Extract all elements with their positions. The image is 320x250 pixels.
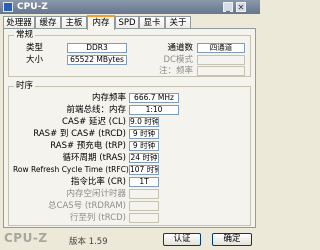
- timing-label: 行至列 (tRCD): [69, 213, 126, 223]
- timing-label: 内存空闲计时器: [66, 189, 126, 199]
- timing-value: 107 时钟: [129, 165, 159, 175]
- timing-value: 9 时钟: [129, 129, 159, 139]
- timing-value: 9 时钟: [129, 141, 159, 151]
- timing-label: CAS# 延迟 (CL): [62, 117, 126, 127]
- nb-frequency-label: 注：频率: [158, 66, 193, 76]
- timing-label: RAS# 到 CAS# (tRCD): [33, 129, 126, 139]
- minimize-icon[interactable]: _: [223, 2, 233, 12]
- close-icon[interactable]: ✕: [236, 2, 246, 12]
- timings-group: 时序 内存频率 666.7 MHz 前端总线：内存 1:10 CAS# 延迟 (…: [8, 80, 251, 226]
- timing-label: 循环周期 (tRAS): [62, 153, 126, 163]
- timing-label: Row Refresh Cycle Time (tRFC): [13, 165, 129, 174]
- timing-value: [129, 189, 159, 199]
- app-logo-icon: [3, 2, 13, 12]
- brand-logo: CPU-Z: [4, 231, 48, 245]
- ok-button[interactable]: 确定: [212, 233, 252, 246]
- title-bar[interactable]: CPU-Z _ ✕: [0, 0, 260, 14]
- timing-value: 1:10: [129, 105, 179, 115]
- general-group: 常规 类型 DDR3 大小 65522 MBytes 通道数 四通道 DC模式 …: [8, 29, 251, 77]
- footer-bar: CPU-Z 版本 1.59 认证 确定: [0, 229, 260, 250]
- size-value: 65522 MBytes: [67, 55, 127, 65]
- timing-value: 666.7 MHz: [129, 93, 179, 103]
- tab-memory[interactable]: 内存: [87, 15, 115, 30]
- nb-frequency-value: [197, 66, 245, 76]
- timing-value: 24 时钟: [129, 153, 159, 163]
- timing-value: 1T: [129, 177, 159, 187]
- dc-mode-label: DC模式: [163, 55, 193, 65]
- type-label: 类型: [25, 43, 43, 53]
- timing-label: 指令比率 (CR): [70, 177, 126, 187]
- version-label: 版本 1.59: [69, 237, 108, 247]
- timings-legend: 时序: [14, 80, 36, 92]
- general-legend: 常规: [14, 29, 36, 41]
- dc-mode-value: [197, 55, 245, 65]
- channels-value: 四通道: [197, 43, 245, 53]
- timing-label: 总CAS号 (tRDRAM): [48, 201, 126, 211]
- size-label: 大小: [25, 55, 43, 65]
- timing-label: RAS# 预充电 (tRP): [50, 141, 126, 151]
- channels-label: 通道数: [167, 43, 193, 53]
- timing-label: 前端总线：内存: [66, 105, 126, 115]
- type-value: DDR3: [67, 43, 127, 53]
- window-title: CPU-Z: [17, 2, 48, 12]
- timing-value: 9.0 时钟: [129, 117, 159, 127]
- validate-button[interactable]: 认证: [163, 233, 201, 246]
- memory-panel: 常规 类型 DDR3 大小 65522 MBytes 通道数 四通道 DC模式 …: [3, 28, 256, 228]
- timing-value: [129, 201, 159, 211]
- timing-label: 内存频率: [91, 93, 126, 103]
- timing-value: [129, 213, 159, 223]
